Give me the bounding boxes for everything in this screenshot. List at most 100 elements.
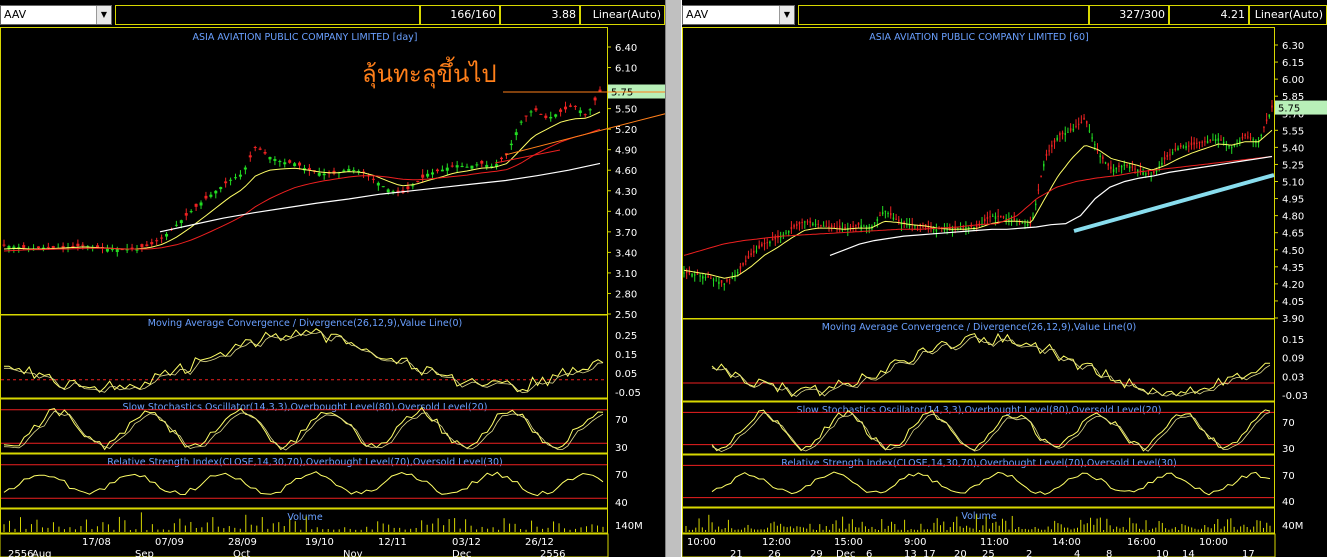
right-candle-body (879, 215, 881, 217)
right-price-tick-label: 4.35 (1282, 263, 1304, 274)
left-candle-body (598, 89, 602, 92)
right-candle-body (1094, 144, 1096, 146)
left-candle-body (381, 186, 385, 188)
left-candle-body (22, 245, 26, 248)
right-candle-body (1083, 117, 1085, 120)
right-candle-body (1131, 166, 1134, 168)
left-candle-body (61, 245, 65, 248)
left-candle-body (568, 105, 572, 107)
right-candle-body (1040, 175, 1042, 178)
right-candle-body (1002, 216, 1005, 218)
left-date-tick: 03/12 (452, 537, 481, 548)
left-candle-body (529, 111, 533, 113)
left-candle-body (371, 178, 375, 180)
left-annotation: ลุ้นทะลุขึ้นไป (362, 56, 497, 89)
left-candle-body (46, 246, 50, 248)
right-cyan-trendline (1073, 173, 1275, 233)
left-stoch-tick-label: 30 (615, 443, 628, 454)
left-candle-body (209, 194, 213, 197)
left-macd-tick-label: 0.15 (615, 350, 637, 361)
right-candle-body (1034, 203, 1037, 206)
right-candle-body (1075, 125, 1077, 127)
right-candle-body (1072, 128, 1075, 131)
left-date-tick-row2: Dec (452, 549, 471, 557)
right-candle-body (710, 277, 712, 279)
right-candle-body (855, 225, 857, 227)
right-time-tick: 10:00 (1199, 537, 1228, 548)
right-candle-body (806, 221, 809, 223)
right-candle-body (691, 273, 693, 277)
left-price-tick-label: 6.10 (615, 64, 637, 75)
right-candle-body (787, 230, 790, 233)
panel-divider[interactable] (665, 0, 682, 557)
right-candle-body (1196, 142, 1198, 144)
right-candle-body (1268, 114, 1271, 117)
right-price-frame (682, 27, 1275, 319)
left-candle-body (219, 187, 223, 190)
left-candle-body (514, 132, 518, 136)
right-candle-body (1228, 145, 1230, 148)
left-stoch-title: Slow Stochastics Oscillator(14,3,3),Over… (123, 402, 488, 413)
right-candle-body (702, 276, 704, 279)
right-price-tick-label: 3.90 (1282, 314, 1304, 325)
right-candle-body (1271, 105, 1273, 108)
right-candle-body (1021, 222, 1024, 224)
left-candle-body (283, 162, 287, 165)
right-candle-body (742, 262, 744, 266)
right-candle-body (1233, 145, 1236, 147)
right-candle-body (822, 225, 825, 227)
right-candle-body (817, 223, 819, 225)
right-candle-body (865, 226, 868, 228)
right-candle-body (863, 225, 865, 227)
right-chart-panel: AAV ▼ 327/300 4.21 Linear(Auto) ASIA AVI… (682, 0, 1327, 557)
left-candle-body (416, 181, 420, 183)
right-candle-body (1123, 164, 1126, 166)
right-candle-body (1217, 138, 1220, 141)
right-candle-body (718, 281, 720, 285)
left-support-trendline-2 (494, 149, 561, 164)
right-candle-body (1222, 141, 1225, 144)
right-candle-body (1104, 162, 1107, 164)
right-candle-body (889, 213, 892, 216)
left-candle-body (234, 177, 238, 179)
right-time-tick: 16:00 (1127, 537, 1156, 548)
left-candle-body (81, 244, 85, 246)
right-candle-body (1053, 140, 1056, 143)
right-time-tick-row2: 8 (1106, 549, 1112, 557)
right-moving-average-2 (683, 156, 1273, 256)
right-candle-body (881, 212, 884, 215)
left-moving-average-1 (3, 111, 601, 250)
left-date-tick: 26/12 (525, 537, 554, 548)
right-candle-body (707, 276, 709, 278)
left-candle-body (174, 224, 178, 226)
left-candle-body (238, 174, 242, 177)
left-candle-body (179, 220, 183, 224)
left-candle-body (440, 169, 444, 172)
right-volume-title: Volume (961, 511, 996, 522)
left-candle-body (573, 105, 577, 107)
right-stoch-tick-label: 70 (1282, 418, 1295, 429)
left-candle-body (406, 186, 410, 190)
right-price-tick-label: 4.80 (1282, 212, 1304, 223)
left-candle-body (583, 114, 587, 116)
left-price-tick-label: 2.80 (615, 289, 637, 300)
right-candle-body (935, 229, 938, 232)
right-time-tick-row2: Dec (836, 549, 855, 557)
left-candle-body (480, 161, 484, 164)
right-candle-body (1145, 173, 1147, 175)
right-candle-body (1134, 168, 1136, 170)
right-price-tick-label: 4.05 (1282, 297, 1304, 308)
left-macd-tick-label: -0.05 (615, 388, 641, 399)
left-price-tick-label: 4.00 (615, 207, 637, 218)
right-macd-title: Moving Average Convergence / Divergence(… (822, 322, 1136, 333)
right-chart-title: ASIA AVIATION PUBLIC COMPANY LIMITED [60… (869, 32, 1089, 43)
right-candle-body (1120, 165, 1123, 168)
right-candle-body (1169, 154, 1171, 156)
left-price-tick-label: 3.10 (615, 269, 637, 280)
left-date-tick-row2: Nov (343, 549, 363, 557)
right-candle-body (992, 215, 994, 217)
left-chart-svg: ASIA AVIATION PUBLIC COMPANY LIMITED [da… (0, 27, 665, 557)
right-candle-body (1069, 128, 1072, 131)
right-price-tick-label: 4.65 (1282, 229, 1304, 240)
left-date-tick-row2: Aug (32, 549, 52, 557)
